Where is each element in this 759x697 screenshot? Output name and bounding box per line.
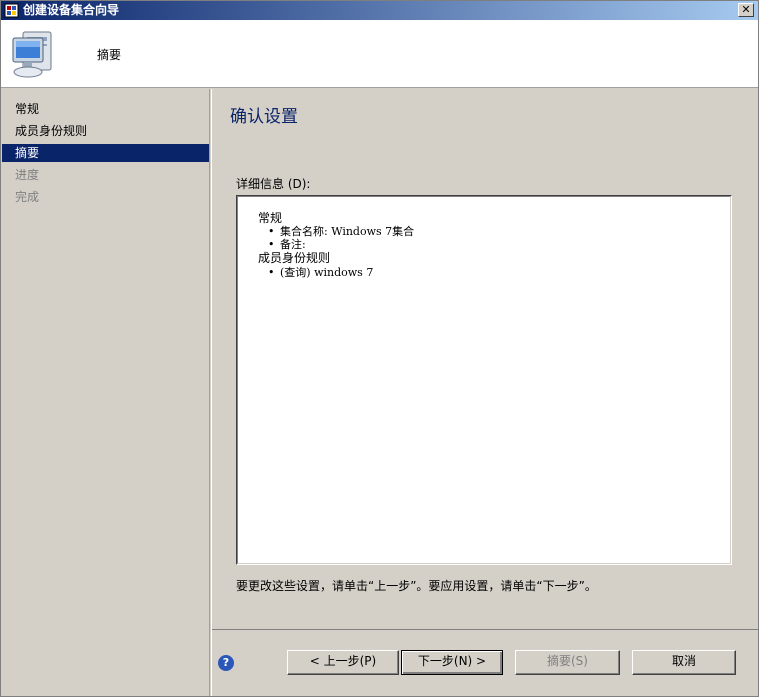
header-title: 摘要 — [97, 48, 122, 62]
button-bar: ? < 上一步(P) 下一步(N) > 摘要(S) 取消 — [212, 629, 759, 696]
wizard-window: 创建设备集合向导 ✕ 摘要 常规 成员身份规则 摘要 进度 完成 确认设置 详细… — [0, 0, 759, 697]
page-title: 确认设置 — [230, 107, 298, 127]
main-panel: 确认设置 详细信息 (D): 常规 • 集合名称: Windows 7集合 • 备注… — [211, 89, 759, 696]
details-item-text: 备注: — [280, 238, 306, 251]
summary-button: 摘要(S) — [515, 650, 620, 675]
title-bar[interactable]: 创建设备集合向导 ✕ — [1, 1, 758, 20]
details-item-comment: • 备注: — [268, 238, 306, 251]
sidebar-item-summary[interactable]: 摘要 — [2, 144, 209, 162]
details-item-text: (查询) windows 7 — [280, 266, 374, 279]
next-button[interactable]: 下一步(N) > — [401, 650, 503, 675]
details-item-text: 集合名称: Windows 7集合 — [280, 225, 415, 238]
bullet-icon: • — [268, 266, 275, 279]
details-item-collection-name: • 集合名称: Windows 7集合 — [268, 225, 414, 238]
close-button[interactable]: ✕ — [738, 3, 754, 17]
window-title: 创建设备集合向导 — [23, 3, 120, 17]
bullet-icon: • — [268, 225, 275, 238]
wizard-steps-sidebar: 常规 成员身份规则 摘要 进度 完成 — [1, 89, 210, 696]
details-item-query-rule: • (查询) windows 7 — [268, 266, 373, 279]
help-icon[interactable]: ? — [218, 655, 234, 671]
details-section-membership-rules: 成员身份规则 — [258, 251, 331, 265]
cancel-button[interactable]: 取消 — [632, 650, 736, 675]
details-section-general: 常规 — [258, 211, 283, 225]
sidebar-item-completion: 完成 — [15, 190, 40, 204]
computer-icon — [12, 31, 52, 78]
sidebar-item-progress: 进度 — [15, 168, 40, 182]
bullet-icon: • — [268, 238, 275, 251]
sidebar-item-membership-rules[interactable]: 成员身份规则 — [2, 122, 209, 140]
sidebar-item-general[interactable]: 常规 — [2, 100, 209, 118]
instructions-text: 要更改这些设置，请单击“上一步”。要应用设置，请单击“下一步”。 — [236, 579, 597, 593]
details-label: 详细信息 (D): — [236, 177, 311, 191]
details-textbox[interactable]: 常规 • 集合名称: Windows 7集合 • 备注: 成员身份规则 • (查询) … — [236, 195, 732, 565]
wizard-header: 摘要 — [1, 20, 758, 88]
wizard-app-icon — [4, 3, 19, 18]
previous-button[interactable]: < 上一步(P) — [287, 650, 399, 675]
